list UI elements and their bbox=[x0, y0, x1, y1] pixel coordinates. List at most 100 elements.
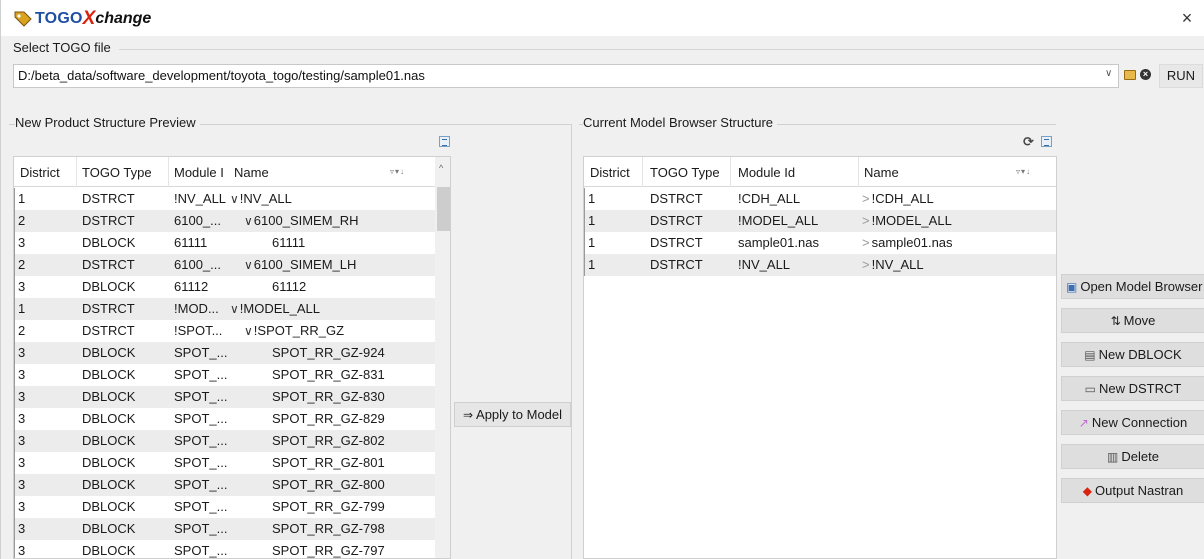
cell-district: 1 bbox=[18, 301, 26, 316]
table-row[interactable]: 1 DSTRCT !MOD... ∨!MODEL_ALL bbox=[14, 298, 435, 320]
side-button-dblock[interactable]: ▤ New DBLOCK bbox=[1061, 342, 1204, 367]
side-button-label: New Connection bbox=[1091, 415, 1188, 430]
col-togo-type[interactable]: TOGO Type bbox=[82, 165, 152, 180]
column-layout-icon[interactable] bbox=[439, 136, 450, 147]
chevron-down-icon[interactable]: ∨ bbox=[230, 192, 239, 206]
cell-district: 1 bbox=[18, 191, 26, 206]
table-row[interactable]: 1 DSTRCT !NV_ALL ∨!NV_ALL bbox=[14, 188, 435, 210]
cell-module-id: SPOT_... bbox=[174, 455, 228, 470]
table-row[interactable]: 3 DBLOCK SPOT_... SPOT_RR_GZ-798 bbox=[14, 518, 435, 540]
col-name[interactable]: Name bbox=[234, 165, 269, 180]
col-name[interactable]: Name bbox=[864, 165, 899, 180]
cell-module-id: SPOT_... bbox=[174, 411, 228, 426]
tag-logo-icon bbox=[13, 10, 33, 28]
dstrct-icon: ▭ bbox=[1084, 382, 1096, 396]
table-row[interactable]: 3 DBLOCK SPOT_... SPOT_RR_GZ-797 bbox=[14, 540, 435, 558]
col-separator bbox=[168, 157, 169, 187]
togo-xchange-window: TOGO Xchange × Select TOGO file D:/beta_d… bbox=[0, 0, 1204, 559]
cell-togo-type: DSTRCT bbox=[650, 235, 703, 250]
cell-togo-type: DBLOCK bbox=[82, 345, 136, 360]
cell-module-id: SPOT_... bbox=[174, 521, 228, 536]
table-row[interactable]: 3 DBLOCK 61112 61112 bbox=[14, 276, 435, 298]
app-title-togo: TOGO bbox=[35, 10, 83, 27]
table-row[interactable]: 3 DBLOCK SPOT_... SPOT_RR_GZ-830 bbox=[14, 386, 435, 408]
cell-togo-type: DBLOCK bbox=[82, 455, 136, 470]
refresh-icon[interactable]: ⟳ bbox=[1023, 134, 1034, 150]
cell-module-id: !CDH_ALL bbox=[738, 191, 801, 206]
table-row[interactable]: 1 DSTRCT !CDH_ALL > !CDH_ALL bbox=[584, 188, 1056, 210]
table-row[interactable]: 2 DSTRCT !SPOT... ∨!SPOT_RR_GZ bbox=[14, 320, 435, 342]
cell-name-text: !NV_ALL bbox=[239, 191, 292, 206]
cell-name-text: !CDH_ALL bbox=[871, 191, 934, 206]
filter-icon[interactable]: ▿▾↓ bbox=[1016, 167, 1031, 176]
connection-icon: ↗ bbox=[1078, 416, 1089, 430]
chevron-down-icon[interactable]: ∨ bbox=[1105, 68, 1112, 79]
column-layout-icon[interactable] bbox=[1041, 136, 1052, 147]
cell-name: SPOT_RR_GZ-829 bbox=[272, 411, 385, 426]
table-row[interactable]: 3 DBLOCK 61111 61111 bbox=[14, 232, 435, 254]
clear-icon[interactable]: × bbox=[1140, 69, 1151, 80]
col-module-id[interactable]: Module I bbox=[174, 165, 224, 180]
side-button-nastran[interactable]: ◆ Output Nastran bbox=[1061, 478, 1204, 503]
cell-name-text: SPOT_RR_GZ-798 bbox=[272, 521, 385, 536]
cell-name-text: 6100_SIMEM_RH bbox=[253, 213, 359, 228]
cell-name-text: SPOT_RR_GZ-829 bbox=[272, 411, 385, 426]
folder-icon[interactable] bbox=[1124, 70, 1136, 80]
table-row[interactable]: 3 DBLOCK SPOT_... SPOT_RR_GZ-801 bbox=[14, 452, 435, 474]
table-row[interactable]: 3 DBLOCK SPOT_... SPOT_RR_GZ-831 bbox=[14, 364, 435, 386]
chevron-right-icon[interactable]: > bbox=[862, 213, 870, 228]
side-button-connection[interactable]: ↗ New Connection bbox=[1061, 410, 1204, 435]
cell-module-id: 6100_... bbox=[174, 257, 221, 272]
table-row[interactable]: 1 DSTRCT !NV_ALL > !NV_ALL bbox=[584, 254, 1056, 276]
col-district[interactable]: District bbox=[590, 165, 630, 180]
side-button-dstrct[interactable]: ▭ New DSTRCT bbox=[1061, 376, 1204, 401]
side-button-label: Output Nastran bbox=[1095, 483, 1184, 498]
run-button[interactable]: RUN bbox=[1159, 64, 1203, 88]
table-row[interactable]: 3 DBLOCK SPOT_... SPOT_RR_GZ-924 bbox=[14, 342, 435, 364]
cell-module-id: !NV_ALL bbox=[738, 257, 791, 272]
table-row[interactable]: 2 DSTRCT 6100_... ∨6100_SIMEM_RH bbox=[14, 210, 435, 232]
close-icon[interactable]: × bbox=[1177, 8, 1197, 28]
side-button-trash[interactable]: ▥ Delete bbox=[1061, 444, 1204, 469]
chevron-down-icon[interactable]: ∨ bbox=[244, 214, 253, 228]
col-separator bbox=[858, 157, 859, 187]
table-row[interactable]: 1 DSTRCT !MODEL_ALL > !MODEL_ALL bbox=[584, 210, 1056, 232]
col-togo-type[interactable]: TOGO Type bbox=[650, 165, 720, 180]
table-row[interactable]: 2 DSTRCT 6100_... ∨6100_SIMEM_LH bbox=[14, 254, 435, 276]
current-structure-title: Current Model Browser Structure bbox=[583, 115, 778, 130]
chevron-down-icon[interactable]: ∨ bbox=[244, 258, 253, 272]
table-row[interactable]: 3 DBLOCK SPOT_... SPOT_RR_GZ-799 bbox=[14, 496, 435, 518]
apply-to-model-button[interactable]: ⇒ Apply to Model bbox=[454, 402, 571, 427]
table-row[interactable]: 1 DSTRCT sample01.nas > sample01.nas bbox=[584, 232, 1056, 254]
chevron-right-icon[interactable]: > bbox=[862, 235, 870, 250]
side-button-label: Move bbox=[1123, 313, 1156, 328]
scrollbar[interactable]: ^ bbox=[435, 157, 450, 558]
cell-name-text: SPOT_RR_GZ-797 bbox=[272, 543, 385, 558]
chevron-right-icon[interactable]: > bbox=[862, 257, 870, 272]
group-frame-right bbox=[571, 124, 572, 559]
scroll-thumb[interactable] bbox=[437, 187, 450, 231]
col-module-id[interactable]: Module Id bbox=[738, 165, 795, 180]
cell-district: 3 bbox=[18, 389, 26, 404]
chevron-right-icon[interactable]: > bbox=[862, 191, 870, 206]
side-button-label: New DSTRCT bbox=[1099, 381, 1182, 396]
side-button-move-arrows[interactable]: ⇅ Move bbox=[1061, 308, 1204, 333]
row-marker bbox=[14, 386, 15, 408]
cell-name: SPOT_RR_GZ-801 bbox=[272, 455, 385, 470]
cell-module-id: !MODEL_ALL bbox=[738, 213, 819, 228]
cell-district: 3 bbox=[18, 499, 26, 514]
chevron-down-icon[interactable]: ∨ bbox=[230, 302, 239, 316]
filter-icon[interactable]: ▿▾↓ bbox=[390, 167, 405, 176]
table-row[interactable]: 3 DBLOCK SPOT_... SPOT_RR_GZ-800 bbox=[14, 474, 435, 496]
cell-name-text: sample01.nas bbox=[871, 235, 953, 250]
side-button-model-browser[interactable]: ▣ Open Model Browser bbox=[1061, 274, 1204, 299]
cell-name-text: SPOT_RR_GZ-800 bbox=[272, 477, 385, 492]
table-row[interactable]: 3 DBLOCK SPOT_... SPOT_RR_GZ-802 bbox=[14, 430, 435, 452]
file-path-combobox[interactable]: D:/beta_data/software_development/toyota… bbox=[13, 64, 1119, 88]
scroll-up-icon[interactable]: ^ bbox=[439, 163, 443, 173]
cell-district: 1 bbox=[588, 191, 596, 206]
cell-district: 2 bbox=[18, 323, 26, 338]
chevron-down-icon[interactable]: ∨ bbox=[244, 324, 253, 338]
table-row[interactable]: 3 DBLOCK SPOT_... SPOT_RR_GZ-829 bbox=[14, 408, 435, 430]
col-district[interactable]: District bbox=[20, 165, 60, 180]
